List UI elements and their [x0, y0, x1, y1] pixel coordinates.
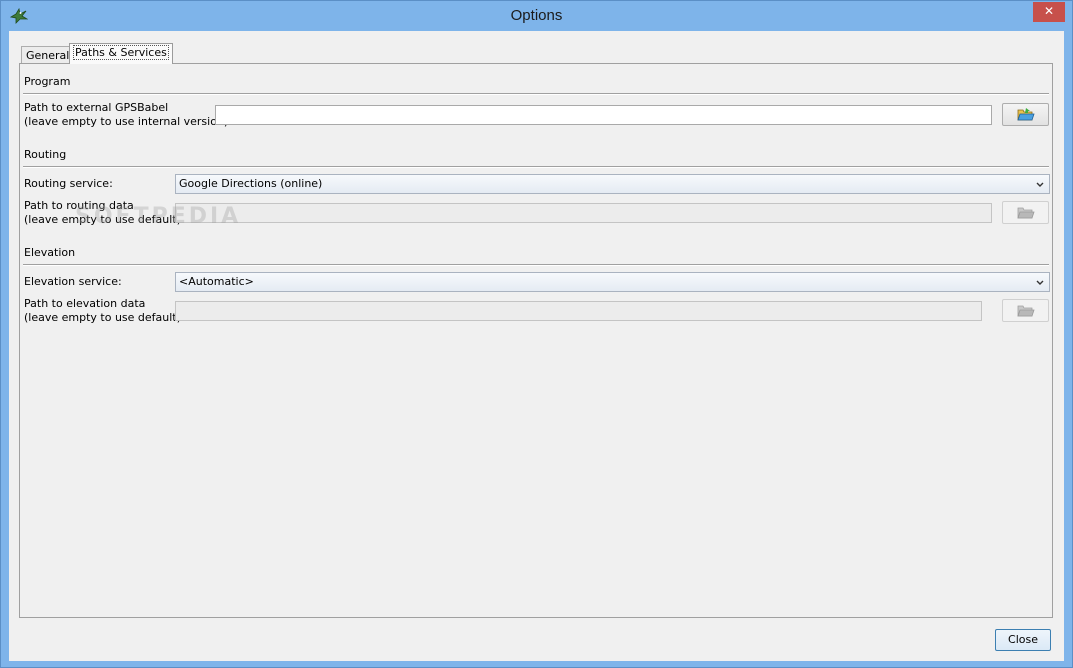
folder-open-icon — [1017, 305, 1035, 317]
divider — [23, 264, 1049, 266]
divider — [23, 166, 1049, 168]
elevation-service-label: Elevation service: — [24, 275, 122, 288]
routing-service-select[interactable]: Google Directions (online) — [175, 174, 1050, 194]
routing-data-browse-button — [1002, 201, 1049, 224]
elevation-service-select[interactable]: <Automatic> — [175, 272, 1050, 292]
section-title-program: Program — [24, 75, 71, 88]
elevation-data-browse-button — [1002, 299, 1049, 322]
tab-general[interactable]: General — [21, 46, 75, 63]
tab-panel: Program Path to external GPSBabel (leave… — [19, 63, 1053, 618]
routing-service-value: Google Directions (online) — [179, 177, 323, 190]
tab-label: Paths & Services — [73, 45, 169, 60]
close-button[interactable]: Close — [995, 629, 1051, 651]
section-title-routing: Routing — [24, 148, 67, 161]
title-bar[interactable]: Options ✕ — [1, 1, 1072, 31]
elevation-data-input — [175, 301, 982, 321]
gpsbabel-browse-button[interactable] — [1002, 103, 1049, 126]
gpsbabel-path-label: Path to external GPSBabel (leave empty t… — [24, 101, 232, 129]
gpsbabel-path-input[interactable] — [215, 105, 992, 125]
label-line: (leave empty to use internal version): — [24, 115, 232, 128]
section-title-elevation: Elevation — [24, 246, 76, 259]
options-window: Options ✕ General Paths & Services Progr… — [0, 0, 1073, 668]
close-icon: ✕ — [1043, 4, 1055, 18]
chevron-down-icon — [1036, 280, 1044, 285]
tab-label: General — [26, 49, 70, 62]
window-title: Options — [510, 7, 563, 24]
elevation-service-value: <Automatic> — [179, 275, 254, 288]
label-line: Path to elevation data — [24, 297, 146, 310]
tab-paths-services[interactable]: Paths & Services — [69, 43, 173, 64]
watermark: SOFTPEDIA — [75, 204, 242, 229]
routing-service-label: Routing service: — [24, 177, 113, 190]
folder-open-icon — [1017, 108, 1035, 121]
divider — [23, 93, 1049, 95]
elevation-data-label: Path to elevation data (leave empty to u… — [24, 297, 185, 325]
chevron-down-icon — [1036, 182, 1044, 187]
folder-open-icon — [1017, 207, 1035, 219]
dialog-client: General Paths & Services Program Path to… — [9, 31, 1064, 661]
label-line: Path to external GPSBabel — [24, 101, 169, 114]
window-close-button[interactable]: ✕ — [1033, 2, 1065, 22]
routing-data-input — [175, 203, 992, 223]
label-line: (leave empty to use default): — [24, 311, 185, 324]
